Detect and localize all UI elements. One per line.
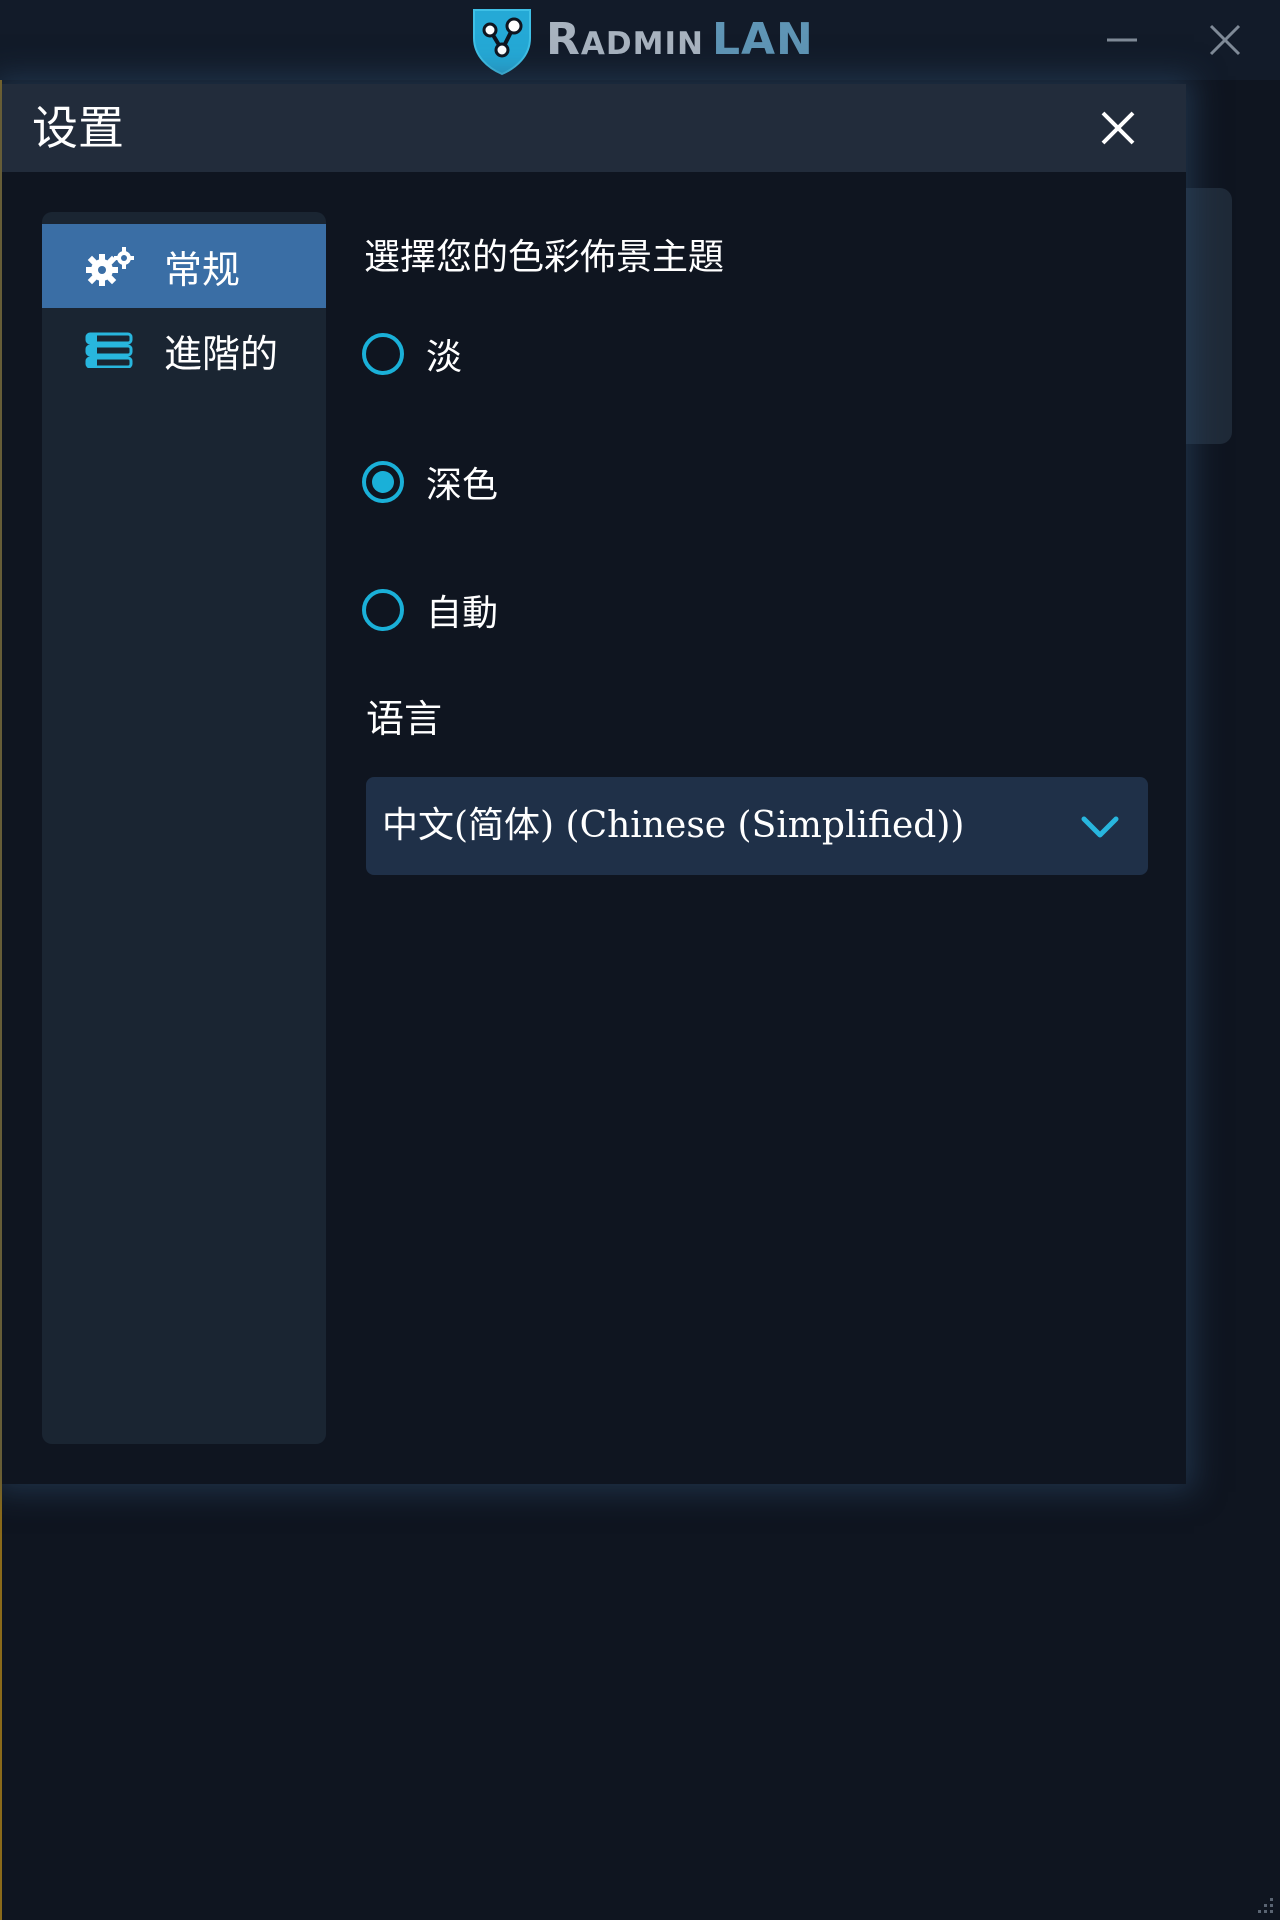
settings-sidebar: 常规 進階的 [42,212,326,1444]
brand-lan-text: LAN [711,14,814,65]
window-close-button[interactable] [1185,0,1265,80]
sidebar-item-label: 進階的 [164,331,279,376]
settings-dialog: 设置 常规 進階的 選擇您的色彩佈景主題 淡 深色 自動 语言 中文(简体) (… [2,84,1186,1484]
theme-option-light[interactable]: 淡 [362,324,462,384]
chevron-down-icon [1081,816,1119,838]
resize-grip-icon[interactable] [1252,1892,1276,1916]
theme-heading: 選擇您的色彩佈景主題 [364,237,725,278]
dialog-title: 设置 [32,101,124,155]
minimize-button[interactable] [1082,0,1162,80]
title-bar[interactable]: Radmin LAN [0,0,1280,80]
dialog-close-button[interactable] [1088,98,1148,158]
dialog-header: 设置 [2,84,1186,172]
radio-button[interactable] [362,589,404,631]
theme-option-dark[interactable]: 深色 [362,452,498,512]
radio-label: 深色 [426,465,499,506]
language-selected-value: 中文(简体) (Chinese (Simplified)) [382,805,965,846]
sidebar-item-label: 常规 [164,247,241,292]
sidebar-item-advanced[interactable]: 進階的 [42,308,326,392]
close-icon [1209,24,1241,56]
app-title: Radmin LAN [546,4,814,76]
list-icon [84,328,134,372]
minimize-icon [1107,38,1137,42]
app-brand: Radmin LAN [468,4,814,76]
gears-icon [84,244,134,288]
radmin-logo-icon [473,9,531,76]
radio-label: 自動 [426,593,499,634]
brand-radmin-text: Radmin [546,14,704,65]
radio-label: 淡 [426,337,463,378]
radio-button[interactable] [362,461,404,503]
theme-option-auto[interactable]: 自動 [362,580,498,640]
language-dropdown[interactable]: 中文(简体) (Chinese (Simplified)) [366,777,1148,875]
radio-selected-indicator [372,471,394,493]
radio-button[interactable] [362,333,404,375]
sidebar-item-general[interactable]: 常规 [42,224,326,308]
close-icon [1101,111,1135,145]
language-heading: 语言 [366,697,443,741]
